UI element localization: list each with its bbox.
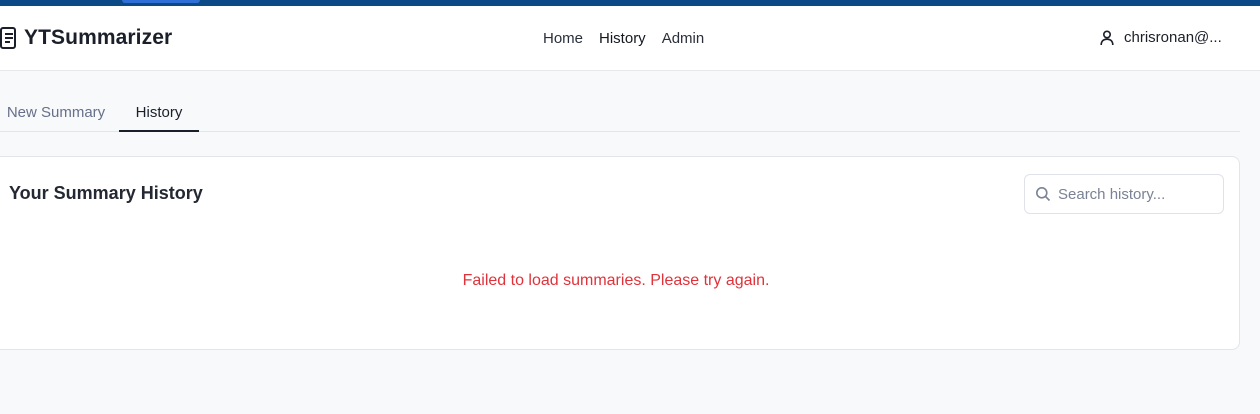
main-nav: Home History Admin [543, 30, 720, 47]
brand-name: YTSummarizer [24, 26, 173, 49]
tab-new-summary[interactable]: New Summary [0, 92, 112, 132]
error-message: Failed to load summaries. Please try aga… [462, 272, 770, 289]
user-icon [1100, 29, 1114, 46]
tab-history[interactable]: History [119, 92, 199, 132]
summary-tabs: New Summary History [0, 92, 1240, 132]
summary-icon [0, 25, 18, 51]
navbar: YTSummarizer Home History Admin chrisron… [0, 6, 1260, 71]
brand[interactable]: YTSummarizer [0, 25, 172, 51]
history-title: Your Summary History [9, 183, 203, 203]
nav-history[interactable]: History [599, 30, 646, 47]
search-icon [1035, 186, 1051, 202]
search-box[interactable] [1024, 174, 1224, 214]
search-input[interactable] [1058, 185, 1218, 203]
user-email: chrisronan@... [1124, 29, 1222, 46]
history-card: Your Summary History Failed to load summ… [0, 156, 1240, 350]
nav-home[interactable]: Home [543, 30, 583, 47]
user-menu[interactable]: chrisronan@... [1100, 29, 1222, 46]
nav-admin[interactable]: Admin [662, 30, 705, 47]
top-strip-tab-indicator [122, 0, 200, 3]
